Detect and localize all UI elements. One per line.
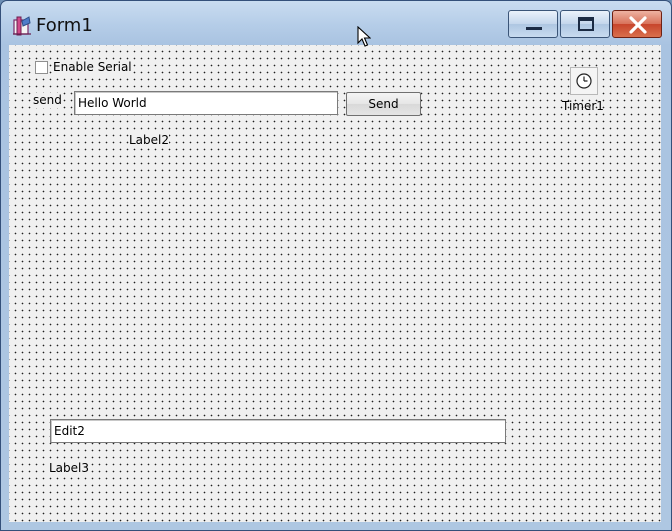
enable-serial-label: Enable Serial <box>53 60 132 75</box>
app-icon <box>13 16 31 36</box>
title-bar[interactable]: Form1 <box>1 1 671 45</box>
window-title: Form1 <box>36 15 93 36</box>
maximize-icon <box>578 17 594 31</box>
timer1-component[interactable] <box>570 67 598 95</box>
send-text-input[interactable]: Hello World <box>74 91 338 115</box>
maximize-button[interactable] <box>560 10 610 38</box>
send-button[interactable]: Send <box>346 92 421 116</box>
timer-icon <box>576 73 592 89</box>
form-design-surface[interactable]: Enable Serial send Hello World Send Labe… <box>9 45 661 522</box>
timer1-label: Timer1 <box>562 99 604 113</box>
minimize-icon <box>526 27 542 30</box>
label3: Label3 <box>49 461 90 476</box>
enable-serial-checkbox[interactable] <box>35 61 48 74</box>
minimize-button[interactable] <box>508 10 558 38</box>
form-window: Form1 Enable Serial send Hello World Sen… <box>0 0 672 531</box>
close-button[interactable] <box>612 10 662 38</box>
mouse-cursor-icon <box>357 26 371 47</box>
edit2-input[interactable]: Edit2 <box>50 419 506 443</box>
close-icon <box>629 16 647 34</box>
send-label: send <box>33 93 62 108</box>
label2: Label2 <box>129 133 170 148</box>
